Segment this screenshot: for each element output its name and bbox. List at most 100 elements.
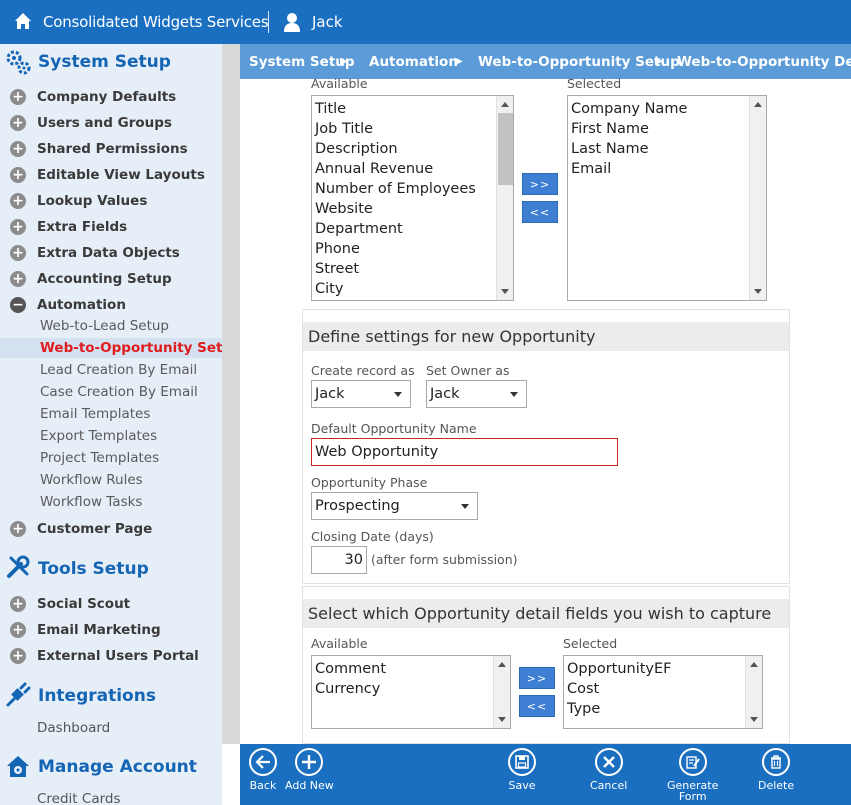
- sidebar-sub-project-templates[interactable]: Project Templates: [40, 448, 159, 468]
- list-scrollbar[interactable]: [496, 96, 513, 300]
- expand-icon[interactable]: +: [10, 115, 26, 131]
- save-button[interactable]: Save: [508, 748, 536, 791]
- breadcrumb-automation[interactable]: Automation: [369, 54, 458, 70]
- sidebar-sub-workflow-rules[interactable]: Workflow Rules: [40, 470, 143, 490]
- add-detail-field-button[interactable]: >>: [519, 667, 555, 689]
- sidebar-sub-workflow-tasks[interactable]: Workflow Tasks: [40, 492, 142, 512]
- list-item[interactable]: Street: [312, 259, 513, 279]
- create-record-select[interactable]: Jack: [311, 380, 411, 408]
- list-scrollbar[interactable]: [749, 96, 766, 300]
- sidebar-sub-web-to-opportunity[interactable]: Web-to-Opportunity Setup: [0, 338, 222, 358]
- user-icon[interactable]: [283, 12, 301, 32]
- sidebar-item-accounting-setup[interactable]: + Accounting Setup: [10, 268, 172, 290]
- scroll-down-icon[interactable]: [750, 717, 758, 722]
- sidebar-dashboard[interactable]: Dashboard: [37, 720, 110, 736]
- scroll-up-icon[interactable]: [754, 102, 762, 107]
- list-item[interactable]: Website: [312, 199, 513, 219]
- scroll-down-icon[interactable]: [754, 289, 762, 294]
- list-scrollbar[interactable]: [745, 656, 762, 728]
- collapse-icon[interactable]: −: [10, 297, 26, 313]
- list-item[interactable]: Job Title: [312, 119, 513, 139]
- expand-icon[interactable]: +: [10, 596, 26, 612]
- detail-selected-list[interactable]: OpportunityEF Cost Type: [563, 655, 763, 729]
- sidebar-item-external-users-portal[interactable]: + External Users Portal: [10, 645, 199, 667]
- scroll-thumb[interactable]: [498, 113, 513, 185]
- sidebar-sub-export-templates[interactable]: Export Templates: [40, 426, 157, 446]
- cancel-button[interactable]: Cancel: [590, 748, 627, 791]
- list-item[interactable]: Phone: [312, 239, 513, 259]
- sidebar-item-extra-data-objects[interactable]: + Extra Data Objects: [10, 242, 180, 264]
- expand-icon[interactable]: +: [10, 219, 26, 235]
- sidebar-sub-case-creation-email[interactable]: Case Creation By Email: [40, 382, 198, 402]
- back-button[interactable]: Back: [249, 748, 277, 791]
- sidebar-item-extra-fields[interactable]: + Extra Fields: [10, 216, 127, 238]
- set-owner-select[interactable]: Jack: [426, 380, 527, 408]
- detail-available-list[interactable]: Comment Currency: [311, 655, 511, 729]
- expand-icon[interactable]: +: [10, 245, 26, 261]
- expand-icon[interactable]: +: [10, 648, 26, 664]
- list-item[interactable]: First Name: [568, 119, 766, 139]
- list-item[interactable]: Cost: [564, 679, 762, 699]
- list-item[interactable]: City: [312, 279, 513, 299]
- remove-field-button[interactable]: <<: [522, 201, 558, 223]
- expand-icon[interactable]: +: [10, 141, 26, 157]
- delete-button[interactable]: Delete: [758, 748, 794, 791]
- expand-icon[interactable]: +: [10, 622, 26, 638]
- user-name[interactable]: Jack: [312, 13, 343, 31]
- sidebar-item-editable-view-layouts[interactable]: + Editable View Layouts: [10, 164, 205, 186]
- list-item[interactable]: Number of Employees: [312, 179, 513, 199]
- closing-days-input[interactable]: 30: [311, 546, 367, 574]
- scroll-down-icon[interactable]: [501, 289, 509, 294]
- sidebar-item-customer-page[interactable]: + Customer Page: [10, 518, 152, 540]
- sidebar-scrollbar[interactable]: [222, 44, 240, 744]
- scroll-up-icon[interactable]: [750, 662, 758, 667]
- add-field-button[interactable]: >>: [522, 173, 558, 195]
- section-manage-account[interactable]: Manage Account: [38, 757, 197, 777]
- list-item[interactable]: Email: [568, 159, 766, 179]
- list-item[interactable]: Company Name: [568, 99, 766, 119]
- sidebar-item-users-groups[interactable]: + Users and Groups: [10, 112, 172, 134]
- sidebar-credit-cards[interactable]: Credit Cards: [37, 791, 121, 805]
- list-item[interactable]: Annual Revenue: [312, 159, 513, 179]
- expand-icon[interactable]: +: [10, 89, 26, 105]
- list-item[interactable]: Department: [312, 219, 513, 239]
- section-integrations[interactable]: Integrations: [38, 686, 156, 706]
- list-item[interactable]: Title: [312, 99, 513, 119]
- expand-icon[interactable]: +: [10, 167, 26, 183]
- phase-select[interactable]: Prospecting: [311, 492, 478, 520]
- scroll-up-icon[interactable]: [501, 102, 509, 107]
- generate-form-button[interactable]: Generate Form: [667, 748, 718, 802]
- sidebar-item-lookup-values[interactable]: + Lookup Values: [10, 190, 147, 212]
- list-item[interactable]: OpportunityEF: [564, 659, 762, 679]
- breadcrumb-web-to-opportunity-setup[interactable]: Web-to-Opportunity Setup: [478, 54, 680, 70]
- scroll-up-icon[interactable]: [498, 662, 506, 667]
- list-item[interactable]: Comment: [312, 659, 510, 679]
- home-icon[interactable]: [14, 12, 32, 30]
- expand-icon[interactable]: +: [10, 193, 26, 209]
- breadcrumb-system-setup[interactable]: System Setup: [249, 54, 355, 70]
- sidebar-item-shared-permissions[interactable]: + Shared Permissions: [10, 138, 188, 160]
- expand-icon[interactable]: +: [10, 521, 26, 537]
- contact-available-list[interactable]: Title Job Title Description Annual Reven…: [311, 95, 514, 301]
- remove-detail-field-button[interactable]: <<: [519, 695, 555, 717]
- default-name-input[interactable]: Web Opportunity: [311, 438, 618, 466]
- sidebar-item-company-defaults[interactable]: + Company Defaults: [10, 86, 176, 108]
- sidebar-sub-email-templates[interactable]: Email Templates: [40, 404, 150, 424]
- list-item[interactable]: Last Name: [568, 139, 766, 159]
- list-scrollbar[interactable]: [493, 656, 510, 728]
- expand-icon[interactable]: +: [10, 271, 26, 287]
- list-item[interactable]: Currency: [312, 679, 510, 699]
- contact-selected-list[interactable]: Company Name First Name Last Name Email: [567, 95, 767, 301]
- add-new-button[interactable]: Add New: [285, 748, 334, 791]
- section-system-setup[interactable]: System Setup: [38, 52, 171, 72]
- list-item[interactable]: Description: [312, 139, 513, 159]
- company-name[interactable]: Consolidated Widgets Services: [43, 13, 269, 31]
- sidebar-sub-web-to-lead[interactable]: Web-to-Lead Setup: [40, 316, 169, 336]
- sidebar-item-automation[interactable]: − Automation: [10, 294, 126, 316]
- sidebar-item-email-marketing[interactable]: + Email Marketing: [10, 619, 161, 641]
- sidebar-sub-lead-creation-email[interactable]: Lead Creation By Email: [40, 360, 197, 380]
- list-item[interactable]: Type: [564, 699, 762, 719]
- section-tools-setup[interactable]: Tools Setup: [38, 559, 149, 579]
- sidebar-item-social-scout[interactable]: + Social Scout: [10, 593, 130, 615]
- scroll-down-icon[interactable]: [498, 717, 506, 722]
